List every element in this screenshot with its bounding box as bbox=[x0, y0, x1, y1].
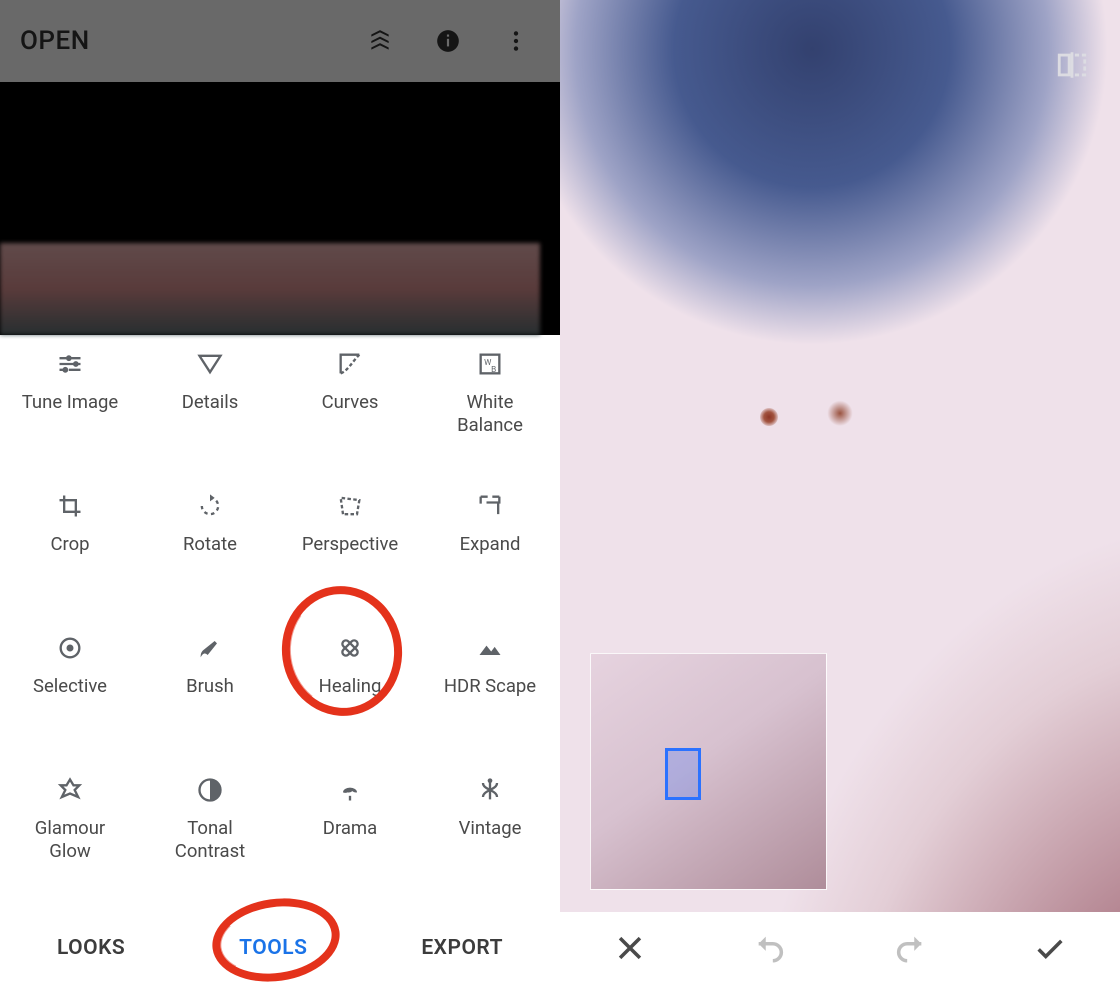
tool-tune-image[interactable]: Tune Image bbox=[0, 349, 140, 465]
curves-icon bbox=[335, 349, 365, 379]
tool-label: White Balance bbox=[457, 391, 523, 437]
tools-panel: Tune Image Details Curves WB White Balan… bbox=[0, 335, 560, 984]
tool-healing[interactable]: Healing bbox=[280, 633, 420, 749]
navigator-viewport[interactable] bbox=[665, 748, 701, 800]
tool-label: Tune Image bbox=[22, 391, 119, 414]
glamour-glow-icon bbox=[55, 775, 85, 805]
tool-details[interactable]: Details bbox=[140, 349, 280, 465]
cancel-button[interactable] bbox=[608, 926, 652, 970]
sheet-overlay-dim bbox=[0, 0, 560, 335]
tool-selective[interactable]: Selective bbox=[0, 633, 140, 749]
top-area: OPEN bbox=[0, 0, 560, 335]
apply-button[interactable] bbox=[1028, 926, 1072, 970]
tool-label: Details bbox=[182, 391, 239, 414]
tool-label: Healing bbox=[319, 675, 382, 698]
tab-tools[interactable]: TOOLS bbox=[239, 936, 307, 960]
selective-icon bbox=[55, 633, 85, 663]
tool-label: Drama bbox=[323, 817, 377, 840]
tool-white-balance[interactable]: WB White Balance bbox=[420, 349, 560, 465]
tool-vintage[interactable]: Vintage bbox=[420, 775, 560, 891]
redo-button[interactable] bbox=[888, 926, 932, 970]
tool-perspective[interactable]: Perspective bbox=[280, 491, 420, 607]
tool-hdr-scape[interactable]: HDR Scape bbox=[420, 633, 560, 749]
perspective-icon bbox=[335, 491, 365, 521]
tool-brush[interactable]: Brush bbox=[140, 633, 280, 749]
tool-label: Glamour Glow bbox=[35, 817, 105, 863]
editor-right-screen bbox=[560, 0, 1120, 984]
tool-label: Crop bbox=[50, 533, 89, 556]
tune-image-icon bbox=[55, 349, 85, 379]
svg-text:B: B bbox=[491, 364, 496, 374]
tonal-contrast-icon bbox=[195, 775, 225, 805]
editor-left-screen: OPEN Tune Image Details bbox=[0, 0, 560, 984]
hdr-scape-icon bbox=[475, 633, 505, 663]
tab-export[interactable]: EXPORT bbox=[421, 936, 503, 960]
tab-looks[interactable]: LOOKS bbox=[57, 936, 125, 960]
details-icon bbox=[195, 349, 225, 379]
tool-tonal-contrast[interactable]: Tonal Contrast bbox=[140, 775, 280, 891]
navigator-thumbnail[interactable] bbox=[590, 653, 827, 890]
vintage-icon bbox=[475, 775, 505, 805]
compare-icon[interactable] bbox=[1052, 45, 1092, 85]
tool-rotate[interactable]: Rotate bbox=[140, 491, 280, 607]
tool-label: Rotate bbox=[183, 533, 237, 556]
tool-drama[interactable]: Drama bbox=[280, 775, 420, 891]
tool-label: Brush bbox=[186, 675, 234, 698]
drama-icon bbox=[335, 775, 365, 805]
tool-label: HDR Scape bbox=[444, 675, 536, 698]
tool-label: Vintage bbox=[459, 817, 522, 840]
tool-label: Tonal Contrast bbox=[175, 817, 245, 863]
tool-glamour-glow[interactable]: Glamour Glow bbox=[0, 775, 140, 891]
brush-icon bbox=[195, 633, 225, 663]
tool-label: Selective bbox=[33, 675, 107, 698]
expand-icon bbox=[475, 491, 505, 521]
edit-footer bbox=[560, 912, 1120, 984]
tool-label: Curves bbox=[322, 391, 379, 414]
healing-icon bbox=[335, 633, 365, 663]
tool-label: Expand bbox=[460, 533, 521, 556]
tool-curves[interactable]: Curves bbox=[280, 349, 420, 465]
tool-label: Perspective bbox=[302, 533, 398, 556]
undo-button[interactable] bbox=[748, 926, 792, 970]
crop-icon bbox=[55, 491, 85, 521]
rotate-icon bbox=[195, 491, 225, 521]
image-blemish bbox=[760, 408, 778, 426]
bottom-tabs: LOOKS TOOLS EXPORT bbox=[0, 912, 560, 984]
tool-crop[interactable]: Crop bbox=[0, 491, 140, 607]
tool-expand[interactable]: Expand bbox=[420, 491, 560, 607]
white-balance-icon: WB bbox=[475, 349, 505, 379]
